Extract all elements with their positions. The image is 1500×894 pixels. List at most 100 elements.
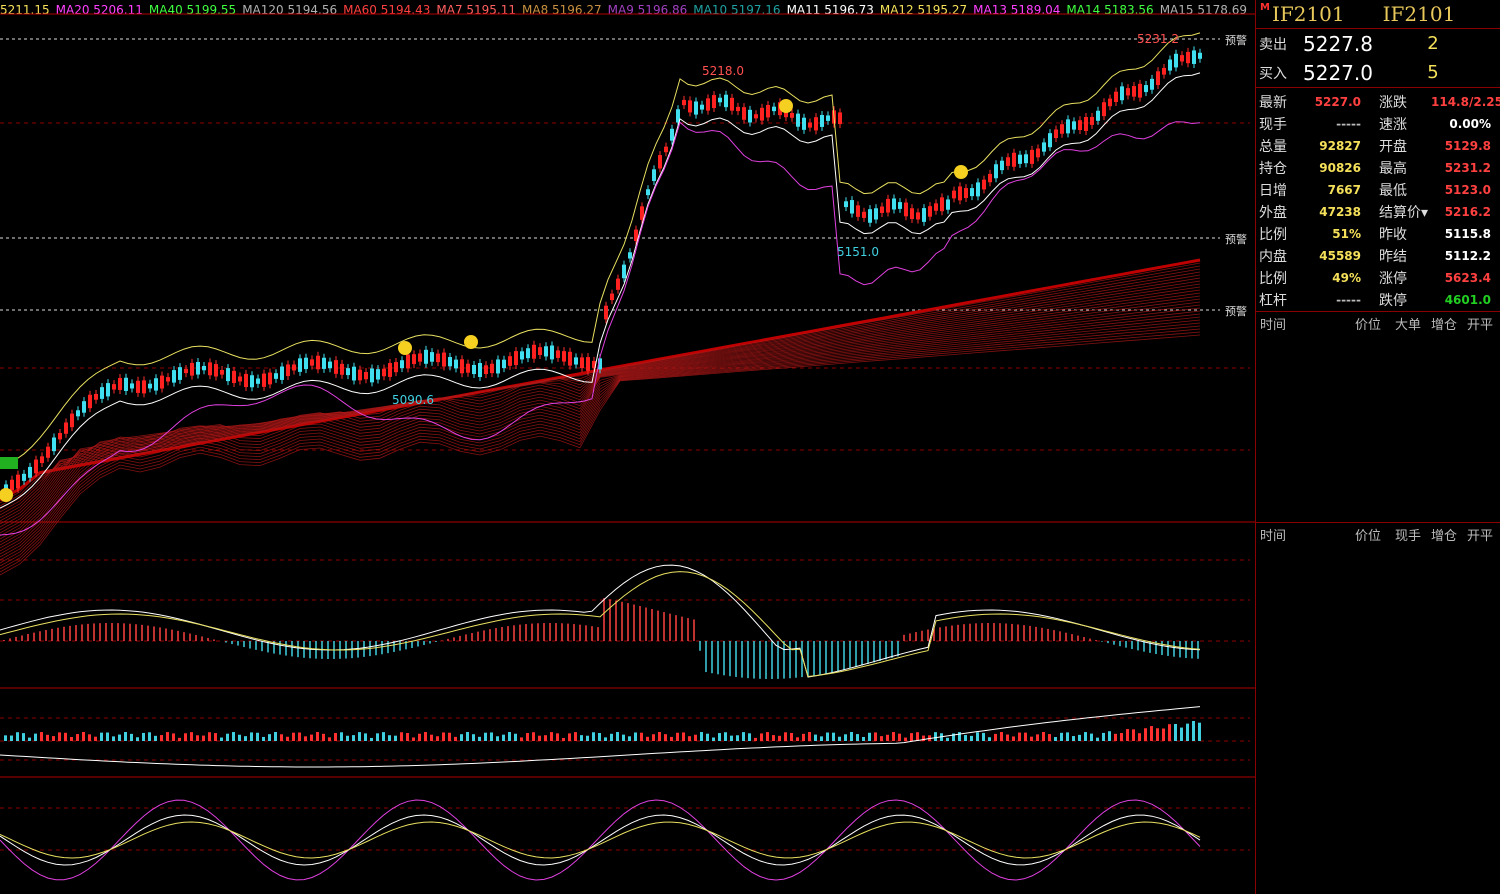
candle (730, 97, 734, 111)
volume-bar (370, 737, 373, 741)
stat-value-2: 5623.4 (1444, 271, 1491, 285)
ask-label: 卖出 (1259, 36, 1287, 53)
smiley-icon (954, 165, 968, 179)
volume-bar (292, 732, 295, 741)
candle (304, 357, 308, 370)
volume-bar (394, 735, 397, 741)
volume-bar (580, 735, 583, 741)
chart-area[interactable]: 5211.15 MA20 5206.11 MA40 5199.55 MA120 519… (0, 0, 1255, 894)
ask-volume: 2 (1427, 33, 1439, 54)
candle (1162, 67, 1166, 75)
candle (490, 363, 494, 374)
candle (1156, 71, 1160, 86)
volume-bar (886, 734, 889, 741)
volume-bar (604, 737, 607, 741)
volume-bar (766, 732, 769, 741)
candle (622, 264, 626, 279)
candle (508, 356, 512, 366)
stat-key: 内盘 (1259, 249, 1287, 265)
kline-chart[interactable] (0, 0, 1255, 894)
stat-key-2: 昨结 (1379, 249, 1407, 265)
candle (130, 383, 134, 389)
candle (532, 344, 536, 359)
volume-bar (238, 734, 241, 741)
volume-bar (424, 732, 427, 741)
candle (568, 351, 572, 366)
volume-bar (190, 732, 193, 741)
candle (1114, 91, 1118, 103)
candle (538, 347, 542, 356)
volume-bar (100, 732, 103, 741)
candle (946, 199, 950, 210)
volume-bar (214, 733, 217, 741)
volume-bar (520, 737, 523, 741)
candle (364, 372, 368, 380)
candle (46, 446, 50, 458)
volume-bar (598, 732, 601, 741)
bid-volume: 5 (1427, 62, 1439, 83)
candle (346, 368, 350, 376)
volume-bar (430, 734, 433, 741)
volume-bar (1060, 732, 1063, 741)
candle (1186, 51, 1190, 64)
symbol-code[interactable]: IF2101 (1272, 2, 1345, 26)
candle (952, 190, 956, 199)
symbol-code-2[interactable]: IF2101 (1383, 2, 1456, 26)
candle (724, 94, 728, 108)
candle (430, 352, 434, 362)
candle (1180, 55, 1184, 62)
ma-line (0, 295, 1201, 537)
candle (1048, 133, 1052, 148)
candle (556, 350, 560, 358)
stat-key: 比例 (1259, 227, 1287, 243)
volume-bar (814, 734, 817, 741)
volume-bar (820, 736, 823, 741)
tape-col-header: 时间 (1260, 528, 1287, 544)
volume-bar (946, 737, 949, 741)
warn-label-2: 预警 (1225, 233, 1247, 246)
stat-key: 总量 (1259, 139, 1287, 155)
candle (790, 112, 794, 118)
candle (670, 128, 674, 141)
candle (754, 114, 758, 119)
candle (604, 305, 608, 320)
candle (106, 383, 110, 397)
candle (586, 357, 590, 371)
candle (142, 380, 146, 394)
volume-bar (106, 732, 109, 741)
candle (154, 378, 158, 391)
warn-label-3: 预警 (1225, 305, 1247, 318)
candle (442, 352, 446, 367)
candle (1198, 52, 1202, 59)
candle (1078, 120, 1082, 131)
volume-bar (682, 732, 685, 741)
tick-tape-1[interactable] (1256, 334, 1500, 530)
candle (502, 359, 506, 369)
candle (766, 104, 770, 118)
candle (628, 252, 632, 259)
candle (214, 364, 218, 377)
volume-bar (316, 732, 319, 741)
stat-value: 45589 (1319, 249, 1361, 263)
volume-bar (856, 734, 859, 741)
stat-key-2: 涨跌 (1379, 95, 1407, 111)
candle (526, 348, 530, 359)
volume-bar (556, 733, 559, 741)
volume-bar (88, 734, 91, 741)
volume-bar (832, 732, 835, 741)
volume-bar (502, 734, 505, 741)
bid-row[interactable]: 买入 5227.0 5 (1256, 58, 1500, 88)
volume-bar (790, 732, 793, 741)
candle (970, 188, 974, 197)
volume-bar (904, 737, 907, 741)
candle (1168, 59, 1172, 71)
candle (1072, 121, 1076, 130)
volume-bar (4, 735, 7, 741)
volume-bar (610, 733, 613, 741)
volume-bar (304, 736, 307, 741)
volume-bar (466, 732, 469, 741)
volume-bar (982, 732, 985, 741)
ask-row[interactable]: 卖出 5227.8 2 (1256, 29, 1500, 58)
volume-bar (1186, 723, 1189, 741)
candle (682, 99, 686, 106)
